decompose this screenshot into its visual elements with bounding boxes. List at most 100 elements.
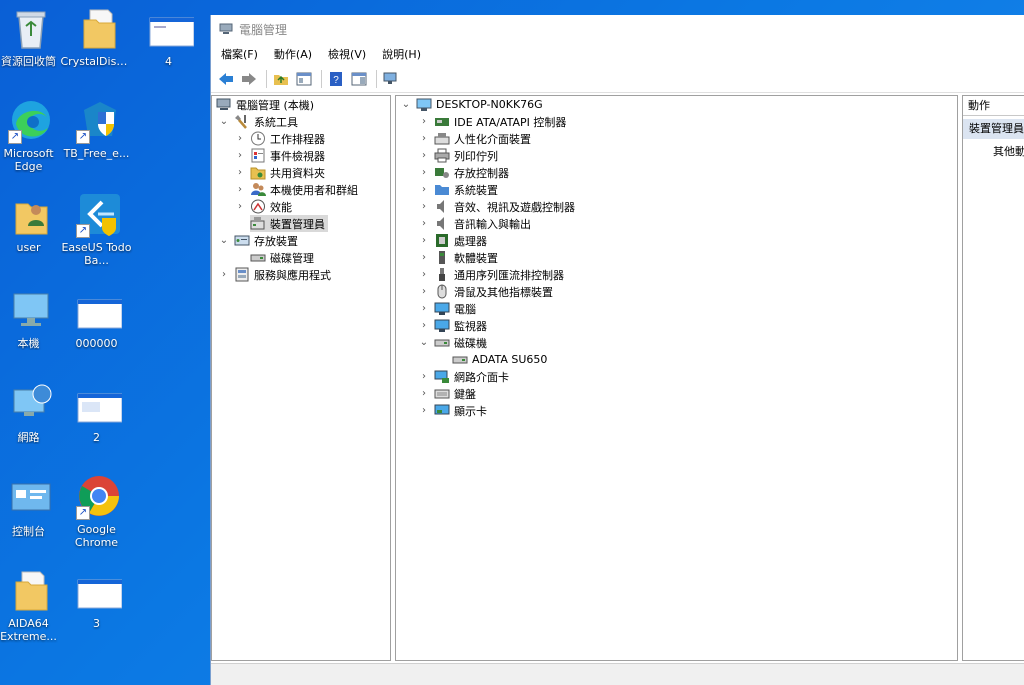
menu-view[interactable]: 檢視(V) bbox=[328, 46, 366, 62]
chevron-right-icon[interactable]: › bbox=[234, 164, 246, 181]
chevron-right-icon[interactable]: › bbox=[234, 130, 246, 147]
device-category[interactable]: › 處理器 bbox=[418, 232, 487, 249]
user-folder-icon bbox=[8, 192, 54, 238]
desktop-icon-network[interactable]: 網路 bbox=[0, 382, 62, 444]
tree-node-performance[interactable]: › 效能 bbox=[234, 198, 292, 215]
installer-shield-icon: ↗ bbox=[76, 98, 122, 144]
tree-node-event-viewer[interactable]: › 事件檢視器 bbox=[234, 147, 325, 164]
actions-more[interactable]: 其他動 bbox=[963, 142, 1024, 162]
chevron-right-icon[interactable]: › bbox=[418, 181, 430, 198]
chevron-right-icon[interactable]: › bbox=[418, 266, 430, 283]
device-category[interactable]: › 音效、視訊及遊戲控制器 bbox=[418, 198, 575, 215]
tree-node-disk-management[interactable]: 磁碟管理 bbox=[250, 249, 314, 266]
chevron-down-icon[interactable]: ⌄ bbox=[400, 96, 412, 113]
desktop-icon-aida64[interactable]: AIDA64 Extreme... bbox=[0, 568, 62, 643]
tree-node-device-manager[interactable]: 裝置管理員 bbox=[250, 215, 328, 232]
device-category[interactable]: › 人性化介面裝置 bbox=[418, 130, 531, 147]
tree-node-system-tools[interactable]: ⌄ 系統工具 bbox=[218, 113, 298, 130]
chevron-down-icon[interactable]: ⌄ bbox=[218, 113, 230, 130]
tree-label: 服務與應用程式 bbox=[254, 268, 331, 282]
show-hide-action-pane-button[interactable] bbox=[349, 69, 369, 89]
chevron-right-icon[interactable]: › bbox=[234, 147, 246, 164]
menu-help[interactable]: 說明(H) bbox=[382, 46, 421, 62]
tree-label: 裝置管理員 bbox=[270, 217, 325, 231]
actions-section-device-manager[interactable]: 裝置管理員 bbox=[963, 119, 1024, 139]
show-hide-tree-button[interactable] bbox=[294, 69, 314, 89]
desktop-icon-tb-free[interactable]: ↗ TB_Free_e... bbox=[64, 98, 130, 160]
ide-controller-icon bbox=[435, 118, 449, 126]
folder-icon bbox=[76, 6, 122, 52]
title-bar[interactable]: 電腦管理 bbox=[211, 15, 1024, 43]
desktop-icon-4[interactable]: 4 bbox=[140, 6, 202, 68]
help-button[interactable]: ? bbox=[326, 69, 346, 89]
chevron-right-icon[interactable]: › bbox=[418, 385, 430, 402]
chevron-right-icon[interactable]: › bbox=[234, 181, 246, 198]
desktop-icon-2[interactable]: 2 bbox=[68, 382, 130, 444]
forward-button[interactable] bbox=[239, 69, 259, 89]
device-category[interactable]: › 滑鼠及其他指標裝置 bbox=[418, 283, 553, 300]
chevron-right-icon[interactable]: › bbox=[418, 300, 430, 317]
device-tree-root[interactable]: ⌄ DESKTOP-N0KK76G bbox=[400, 96, 543, 113]
tree-node-task-scheduler[interactable]: › 工作排程器 bbox=[234, 130, 325, 147]
chevron-right-icon[interactable]: › bbox=[418, 317, 430, 334]
device-category[interactable]: › 監視器 bbox=[418, 317, 487, 334]
device-label: 監視器 bbox=[454, 319, 487, 333]
tree-label: 電腦管理 (本機) bbox=[236, 98, 315, 112]
back-button[interactable] bbox=[216, 69, 236, 89]
tree-node-computer-management[interactable]: 電腦管理 (本機) bbox=[216, 96, 314, 113]
device-category[interactable]: › 網路介面卡 bbox=[418, 368, 509, 385]
device-adata-su650[interactable]: ADATA SU650 bbox=[452, 351, 547, 368]
device-category[interactable]: › 音訊輸入與輸出 bbox=[418, 215, 531, 232]
device-label: 存放控制器 bbox=[454, 166, 509, 180]
device-category[interactable]: › 通用序列匯流排控制器 bbox=[418, 266, 564, 283]
device-category[interactable]: › 列印佇列 bbox=[418, 147, 498, 164]
desktop-icon-edge[interactable]: ↗ Microsoft Edge bbox=[0, 98, 62, 173]
menu-file[interactable]: 檔案(F) bbox=[221, 46, 258, 62]
chevron-right-icon[interactable]: › bbox=[418, 113, 430, 130]
device-category-disk-drives[interactable]: ⌄ 磁碟機 bbox=[418, 334, 487, 351]
tree-node-shared-folders[interactable]: › 共用資料夾 bbox=[234, 164, 325, 181]
menu-action[interactable]: 動作(A) bbox=[274, 46, 312, 62]
chevron-right-icon[interactable]: › bbox=[418, 215, 430, 232]
chevron-right-icon[interactable]: › bbox=[418, 130, 430, 147]
desktop-icon-recycle-bin[interactable]: 資源回收筒 bbox=[0, 6, 62, 68]
chevron-right-icon[interactable]: › bbox=[418, 368, 430, 385]
chevron-right-icon[interactable]: › bbox=[418, 147, 430, 164]
chevron-right-icon[interactable]: › bbox=[418, 402, 430, 419]
device-category[interactable]: › 軟體裝置 bbox=[418, 249, 498, 266]
tree-label: 共用資料夾 bbox=[270, 166, 325, 180]
chevron-down-icon[interactable]: ⌄ bbox=[418, 334, 430, 351]
desktop-icon-this-pc[interactable]: 本機 bbox=[0, 288, 62, 350]
tree-node-storage[interactable]: ⌄ 存放裝置 bbox=[218, 232, 298, 249]
desktop-icon-label: Microsoft Edge bbox=[3, 147, 54, 173]
chevron-right-icon[interactable]: › bbox=[218, 266, 230, 283]
desktop-icon-chrome[interactable]: ↗ Google Chrome bbox=[68, 474, 130, 549]
desktop-icon-user[interactable]: user bbox=[0, 192, 62, 254]
chevron-right-icon[interactable]: › bbox=[418, 249, 430, 266]
chevron-down-icon[interactable]: ⌄ bbox=[218, 232, 230, 249]
device-category[interactable]: › 電腦 bbox=[418, 300, 476, 317]
up-level-button[interactable] bbox=[271, 69, 291, 89]
device-category[interactable]: › 存放控制器 bbox=[418, 164, 509, 181]
tree-node-local-users-groups[interactable]: › 本機使用者和群組 bbox=[234, 181, 358, 198]
desktop-icon-easeus[interactable]: ↗ EaseUS Todo Ba... bbox=[61, 192, 132, 267]
chevron-right-icon[interactable]: › bbox=[234, 198, 246, 215]
desktop-icon-3[interactable]: 3 bbox=[68, 568, 130, 630]
desktop-icon-control-panel[interactable]: 控制台 bbox=[0, 476, 62, 538]
desktop-icon-000000[interactable]: 000000 bbox=[68, 288, 130, 350]
device-category[interactable]: › 系統裝置 bbox=[418, 181, 498, 198]
chevron-right-icon[interactable]: › bbox=[418, 232, 430, 249]
device-manager-icon bbox=[250, 217, 265, 230]
network-adapter-icon bbox=[434, 370, 449, 383]
device-category[interactable]: › 鍵盤 bbox=[418, 385, 476, 402]
tree-label: 事件檢視器 bbox=[270, 149, 325, 163]
chevron-right-icon[interactable]: › bbox=[418, 164, 430, 181]
tree-node-services-applications[interactable]: › 服務與應用程式 bbox=[218, 266, 331, 283]
scan-hardware-button[interactable] bbox=[381, 69, 401, 89]
desktop-icon-crystaldisk[interactable]: CrystalDisk... bbox=[61, 6, 133, 68]
chevron-right-icon[interactable]: › bbox=[418, 283, 430, 300]
device-category[interactable]: › 顯示卡 bbox=[418, 402, 487, 419]
computer-management-icon bbox=[216, 98, 231, 110]
device-category[interactable]: › IDE ATA/ATAPI 控制器 bbox=[418, 113, 566, 130]
chevron-right-icon[interactable]: › bbox=[418, 198, 430, 215]
